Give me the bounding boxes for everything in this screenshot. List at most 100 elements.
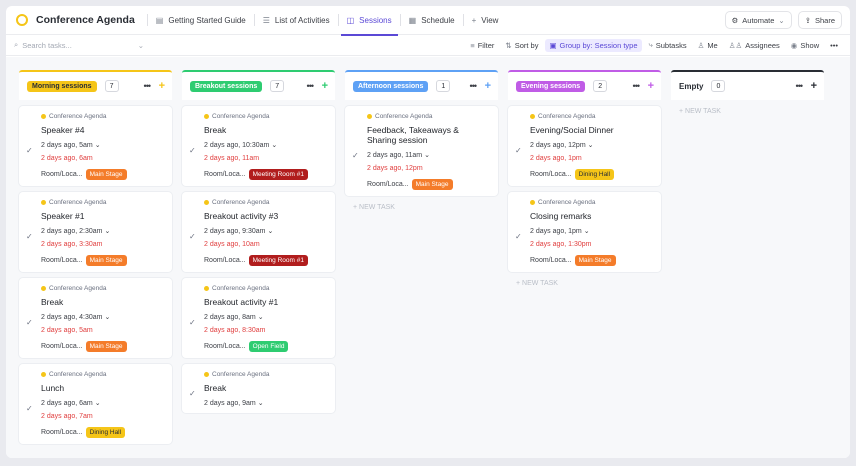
task-card[interactable]: Conference Agenda Evening/Social Dinner ✓ 2… [508,106,661,186]
due-date[interactable]: 2 days ago, 11am [204,155,327,162]
room-tag[interactable]: Main Stage [85,169,127,180]
task-title[interactable]: Speaker #1 [41,211,164,221]
add-task-icon[interactable]: + [811,80,817,92]
tab-list-of-activities[interactable]: ☰ List of Activities [255,6,338,35]
start-date[interactable]: 2 days ago, 10:30am ⌄ [204,141,327,149]
start-date[interactable]: 2 days ago, 9am ⌄ [204,399,327,407]
status-check-icon[interactable]: ✓ [189,232,196,241]
room-tag[interactable]: Main Stage [574,255,616,266]
status-check-icon[interactable]: ✓ [189,389,196,398]
status-check-icon[interactable]: ✓ [26,146,33,155]
task-card[interactable]: Conference Agenda Break ✓ 2 days ago, 4:30a… [19,278,172,358]
status-check-icon[interactable]: ✓ [515,232,522,241]
tab-schedule[interactable]: ▦ Schedule [401,6,463,35]
start-date[interactable]: 2 days ago, 4:30am ⌄ [41,313,164,321]
task-card[interactable]: Conference Agenda Closing remarks ✓ 2 days … [508,192,661,272]
task-card[interactable]: Conference Agenda Feedback, Takeaways & S… [345,106,498,196]
room-tag[interactable]: Dining Hall [574,169,615,180]
room-tag[interactable]: Dining Hall [85,427,126,438]
column-name-badge[interactable]: Breakout sessions [190,80,263,92]
task-title[interactable]: Breakout activity #1 [204,297,327,307]
room-tag[interactable]: Main Stage [85,255,127,266]
task-card[interactable]: Conference Agenda Breakout activity #1 ✓ 2 … [182,278,335,358]
start-date[interactable]: 2 days ago, 5am ⌄ [41,141,164,149]
start-date[interactable]: 2 days ago, 2:30am ⌄ [41,227,164,235]
show-button[interactable]: ◉ Show [787,39,823,52]
tab-sessions[interactable]: ◫ Sessions [339,6,400,36]
task-card[interactable]: Conference Agenda Speaker #4 ✓ 2 days ago, … [19,106,172,186]
automate-button[interactable]: ⚙ Automate ⌄ [724,11,792,29]
start-date[interactable]: 2 days ago, 1pm ⌄ [530,227,653,235]
status-check-icon[interactable]: ✓ [189,318,196,327]
filter-button[interactable]: ≡ Filter [466,39,498,52]
task-title[interactable]: Feedback, Takeaways & Sharing session [367,125,490,145]
parent-label: Conference Agenda [212,199,270,206]
share-button[interactable]: ⇪ Share [797,11,842,29]
task-card[interactable]: Conference Agenda Speaker #1 ✓ 2 days ago, … [19,192,172,272]
status-check-icon[interactable]: ✓ [26,232,33,241]
tab-getting-started-guide[interactable]: ▤ Getting Started Guide [148,6,254,35]
column-menu-icon[interactable]: ••• [796,81,804,91]
task-card[interactable]: Conference Agenda Lunch ✓ 2 days ago, 6am ⌄… [19,364,172,444]
task-card[interactable]: Conference Agenda Break ✓ 2 days ago, 10:30… [182,106,335,186]
task-title[interactable]: Breakout activity #3 [204,211,327,221]
column-name-badge[interactable]: Morning sessions [27,80,97,92]
task-title[interactable]: Speaker #4 [41,125,164,135]
add-task-icon[interactable]: + [485,80,491,92]
subtasks-button[interactable]: ⤷ Subtasks [645,38,691,52]
start-date[interactable]: 2 days ago, 11am ⌄ [367,151,490,159]
add-task-icon[interactable]: + [648,80,654,92]
status-check-icon[interactable]: ✓ [515,146,522,155]
status-check-icon[interactable]: ✓ [352,151,359,160]
due-date[interactable]: 2 days ago, 5am [41,327,164,334]
task-title[interactable]: Break [204,383,327,393]
task-title[interactable]: Evening/Social Dinner [530,125,653,135]
more-button[interactable]: ••• [826,39,842,52]
add-task-icon[interactable]: + [159,80,165,92]
column-name-badge[interactable]: Evening sessions [516,80,586,92]
due-date[interactable]: 2 days ago, 1pm [530,155,653,162]
start-date[interactable]: 2 days ago, 9:30am ⌄ [204,227,327,235]
task-title[interactable]: Break [204,125,327,135]
new-task-button[interactable]: + NEW TASK [345,204,498,211]
task-card[interactable]: Conference Agenda Breakout activity #3 ✓ 2 … [182,192,335,272]
room-tag[interactable]: Main Stage [85,341,127,352]
due-date[interactable]: 2 days ago, 10am [204,241,327,248]
room-tag[interactable]: Main Stage [411,179,453,190]
due-date[interactable]: 2 days ago, 1:30pm [530,241,653,248]
room-tag[interactable]: Meeting Room #1 [248,255,308,266]
column-menu-icon[interactable]: ••• [307,81,315,91]
chevron-down-icon[interactable]: ⌄ [138,41,144,50]
new-task-button[interactable]: + NEW TASK [671,108,824,115]
column-menu-icon[interactable]: ••• [144,81,152,91]
start-date[interactable]: 2 days ago, 6am ⌄ [41,399,164,407]
due-date[interactable]: 2 days ago, 7am [41,413,164,420]
sort-button[interactable]: ⇅ Sort by [501,39,542,52]
room-tag[interactable]: Open Field [248,341,289,352]
start-date[interactable]: 2 days ago, 12pm ⌄ [530,141,653,149]
tab-add-view[interactable]: + View [464,6,507,35]
due-date[interactable]: 2 days ago, 6am [41,155,164,162]
column-menu-icon[interactable]: ••• [633,81,641,91]
add-task-icon[interactable]: + [322,80,328,92]
due-date[interactable]: 2 days ago, 12pm [367,165,490,172]
search-input[interactable]: ⌕ Search tasks... ⌄ [14,40,144,50]
task-title[interactable]: Break [41,297,164,307]
assignees-button[interactable]: ♙♙ Assignees [725,39,784,52]
column-menu-icon[interactable]: ••• [470,81,478,91]
start-date[interactable]: 2 days ago, 8am ⌄ [204,313,327,321]
new-task-button[interactable]: + NEW TASK [508,280,661,287]
status-check-icon[interactable]: ✓ [26,318,33,327]
status-check-icon[interactable]: ✓ [189,146,196,155]
status-check-icon[interactable]: ✓ [26,404,33,413]
me-button[interactable]: ♙ Me [694,39,722,52]
group-by-button[interactable]: ▣ Group by: Session type [545,38,642,52]
due-date[interactable]: 2 days ago, 3:30am [41,241,164,248]
task-title[interactable]: Lunch [41,383,164,393]
due-date[interactable]: 2 days ago, 8:30am [204,327,327,334]
task-card[interactable]: Conference Agenda Break ✓ 2 days ago, 9am ⌄ [182,364,335,413]
task-title[interactable]: Closing remarks [530,211,653,221]
column-name-badge[interactable]: Afternoon sessions [353,80,429,92]
column-name[interactable]: Empty [679,82,703,91]
room-tag[interactable]: Meeting Room #1 [248,169,308,180]
